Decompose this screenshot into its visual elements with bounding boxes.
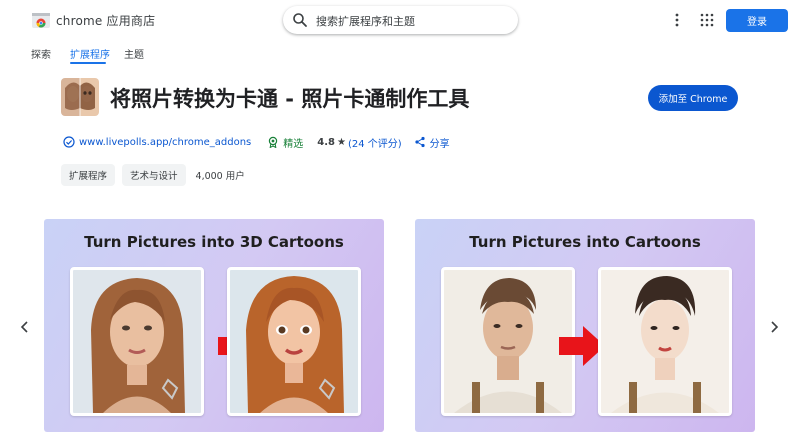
top-bar: chrome 应用商店 搜索扩展程序和主题 登录 [0,0,800,40]
star-icon: ★ [336,136,346,148]
more-vert-icon[interactable] [669,12,685,28]
developer-website-link[interactable]: www.livepolls.app/chrome_addons [79,137,251,148]
active-tab-indicator [70,62,106,64]
slide-title: Turn Pictures into Cartoons [469,233,701,251]
rating-value: 4.8 [317,136,335,148]
search-input[interactable]: 搜索扩展程序和主题 [316,13,415,29]
share-icon[interactable] [414,136,426,148]
tab-themes[interactable]: 主题 [124,46,144,61]
tab-extensions[interactable]: 扩展程序 [70,46,110,61]
original-photo-image [70,267,204,416]
search-box[interactable]: 搜索扩展程序和主题 [283,6,518,34]
original-photo-image [441,267,575,416]
extension-title: 将照片转换为卡通 - 照片卡通制作工具 [110,87,470,111]
cartoon-3d-photo-image [227,267,361,416]
screenshot-slide-2[interactable]: Turn Pictures into Cartoons [415,219,755,432]
apps-grid-icon[interactable] [699,12,715,28]
cartoon-photo-image [598,267,732,416]
chrome-webstore-logo-icon[interactable] [31,10,51,30]
chip-extensions[interactable]: 扩展程序 [61,164,116,186]
add-to-chrome-button[interactable]: 添加至 Chrome [648,85,738,111]
login-button[interactable]: 登录 [726,9,788,32]
category-nav: 探索 扩展程序 主题 [0,42,800,66]
tab-explore[interactable]: 探索 [31,46,51,61]
featured-label[interactable]: 精选 [283,135,303,150]
store-brand[interactable]: chrome 应用商店 [56,12,155,29]
screenshot-slide-1[interactable]: Turn Pictures into 3D Cartoons [44,219,384,432]
user-count: 4,000 用户 [195,171,245,182]
carousel-next-icon[interactable] [766,319,782,335]
slide-title: Turn Pictures into 3D Cartoons [84,233,344,251]
extension-meta: www.livepolls.app/chrome_addons 精选 4.8 ★… [63,133,450,151]
chip-art-design[interactable]: 艺术与设计 [122,164,186,186]
verified-badge-icon [63,136,75,148]
featured-badge-icon [269,136,278,148]
extension-icon [61,78,99,116]
carousel-prev-icon[interactable] [17,319,33,335]
search-icon [293,13,307,27]
rating-count-link[interactable]: (24 个评分) [348,135,402,150]
category-chips: 扩展程序 艺术与设计 4,000 用户 [61,164,245,186]
share-link[interactable]: 分享 [430,135,450,150]
